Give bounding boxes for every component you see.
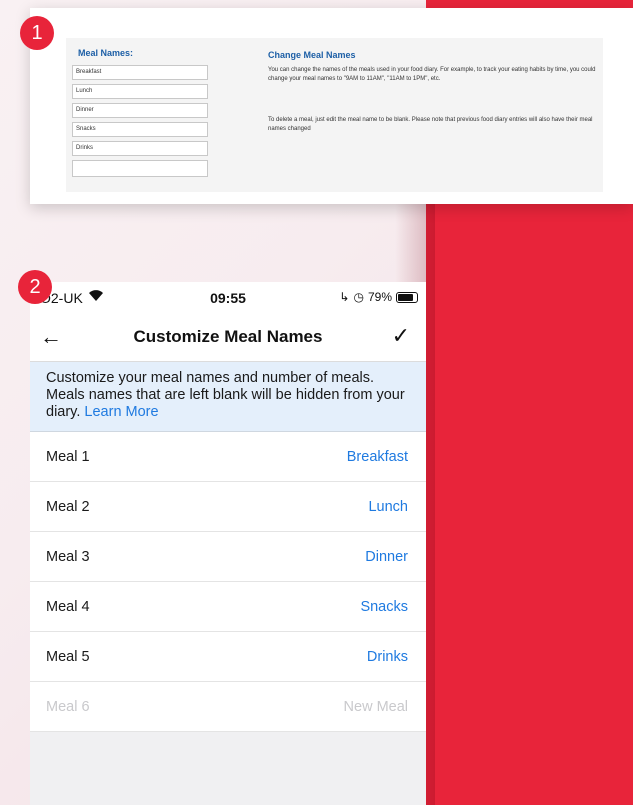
- battery-percent: 79%: [367, 290, 392, 304]
- meal-label: Meal 3: [46, 548, 90, 565]
- meal-name-value[interactable]: Dinner: [365, 549, 408, 565]
- meal-name-field[interactable]: Lunch: [72, 84, 208, 99]
- change-meal-names-description: You can change the names of the meals us…: [268, 67, 596, 82]
- page-title: Customize Meal Names: [133, 327, 323, 346]
- meal-name-value[interactable]: Breakfast: [347, 449, 408, 465]
- battery-icon: [396, 291, 418, 303]
- step-badge-1: 1: [20, 16, 54, 50]
- meal-row[interactable]: Meal 3 Dinner: [30, 532, 426, 582]
- change-meal-names-heading: Change Meal Names: [268, 50, 356, 60]
- step-badge-2: 2: [18, 270, 52, 304]
- meal-label: Meal 4: [46, 598, 90, 615]
- meal-list: Meal 1 Breakfast Meal 2 Lunch Meal 3 Din…: [30, 432, 426, 732]
- meal-row[interactable]: Meal 2 Lunch: [30, 482, 426, 532]
- meal-label: Meal 5: [46, 648, 90, 665]
- status-indicators: ↳ ◷ 79%: [339, 290, 418, 304]
- info-banner: Customize your meal names and number of …: [30, 362, 426, 432]
- mobile-customize-meal-names-screen: O2-UK 09:55 ↳ ◷ 79% ← Customize Meal Nam…: [30, 282, 426, 805]
- meal-name-field[interactable]: Drinks: [72, 141, 208, 156]
- meal-name-field[interactable]: Snacks: [72, 122, 208, 137]
- meal-row-new[interactable]: Meal 6 New Meal: [30, 682, 426, 732]
- navigation-bar: ← Customize Meal Names ✓: [30, 312, 426, 362]
- alarm-icon: ◷: [353, 290, 364, 304]
- meal-label: Meal 2: [46, 498, 90, 515]
- desktop-meal-names-panel: Meal Names: Breakfast Lunch Dinner Snack…: [30, 8, 633, 204]
- meal-name-field[interactable]: [72, 160, 208, 177]
- meal-name-field[interactable]: Dinner: [72, 103, 208, 118]
- meal-row[interactable]: Meal 1 Breakfast: [30, 432, 426, 482]
- meal-name-value[interactable]: Lunch: [368, 499, 408, 515]
- delete-meal-description: To delete a meal, just edit the meal nam…: [268, 117, 593, 132]
- checkmark-icon[interactable]: ✓: [392, 323, 410, 349]
- new-meal-placeholder[interactable]: New Meal: [344, 699, 408, 715]
- meal-name-field[interactable]: Breakfast: [72, 65, 208, 80]
- location-icon: ↳: [339, 290, 350, 304]
- meal-label: Meal 6: [46, 698, 90, 715]
- meal-name-value[interactable]: Drinks: [367, 649, 408, 665]
- meal-name-value[interactable]: Snacks: [360, 599, 408, 615]
- meal-label: Meal 1: [46, 448, 90, 465]
- meal-row[interactable]: Meal 4 Snacks: [30, 582, 426, 632]
- meal-names-heading: Meal Names:: [78, 48, 134, 58]
- status-bar: O2-UK 09:55 ↳ ◷ 79%: [30, 282, 426, 312]
- desktop-form-area: Meal Names: Breakfast Lunch Dinner Snack…: [66, 38, 603, 192]
- learn-more-link[interactable]: Learn More: [84, 404, 158, 420]
- meal-row[interactable]: Meal 5 Drinks: [30, 632, 426, 682]
